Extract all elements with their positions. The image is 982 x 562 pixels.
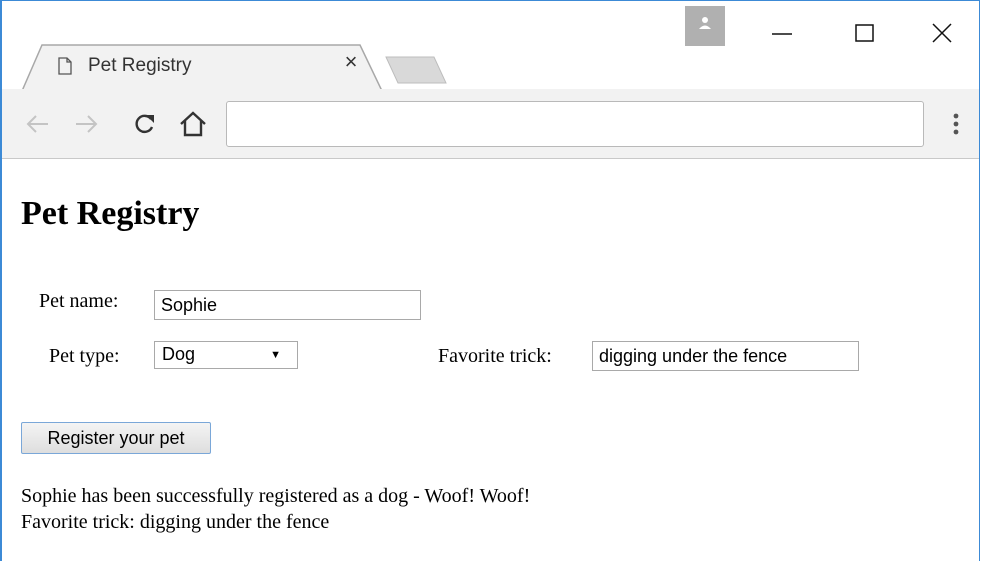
home-icon[interactable] (178, 109, 206, 139)
address-bar[interactable] (226, 101, 924, 147)
browser-window: Pet Registry × Pet Registry Pet name: So… (0, 0, 980, 561)
registration-result: Sophie has been successfully registered … (21, 483, 530, 535)
page-title: Pet Registry (21, 195, 200, 232)
forward-arrow-icon[interactable] (72, 109, 100, 139)
person-icon (699, 17, 711, 29)
favorite-trick-input[interactable] (592, 341, 859, 371)
tab-title: Pet Registry (88, 55, 192, 76)
result-message: Sophie has been successfully registered … (21, 485, 531, 507)
register-pet-button[interactable]: Register your pet (21, 422, 211, 454)
title-bar: Pet Registry × (2, 1, 979, 91)
pet-type-selected-value: Dog (162, 344, 196, 364)
minimize-icon[interactable] (762, 15, 802, 45)
reload-icon[interactable] (130, 109, 158, 139)
favorite-trick-label: Favorite trick: (438, 345, 552, 367)
pet-type-label: Pet type: (49, 345, 120, 367)
result-trick: Favorite trick: digging under the fence (21, 511, 330, 533)
page-content: Pet Registry Pet name: Pet type: Dog ▼ F… (2, 159, 979, 562)
back-arrow-icon[interactable] (24, 109, 52, 139)
browser-toolbar (2, 89, 979, 159)
maximize-icon[interactable] (845, 15, 885, 45)
menu-dots-icon[interactable] (946, 111, 966, 137)
pet-name-label: Pet name: (39, 290, 119, 312)
pet-type-select[interactable]: Dog ▼ (154, 341, 298, 369)
new-tab-button[interactable] (384, 55, 448, 85)
pet-name-input[interactable] (154, 290, 421, 320)
dropdown-arrow-icon: ▼ (270, 349, 281, 361)
profile-button[interactable] (685, 6, 725, 46)
tab-close-icon[interactable]: × (340, 51, 362, 73)
tab-shape (21, 44, 383, 91)
close-icon[interactable] (922, 15, 962, 45)
page-icon (58, 57, 72, 75)
tab-pet-registry[interactable]: Pet Registry × (20, 43, 383, 91)
